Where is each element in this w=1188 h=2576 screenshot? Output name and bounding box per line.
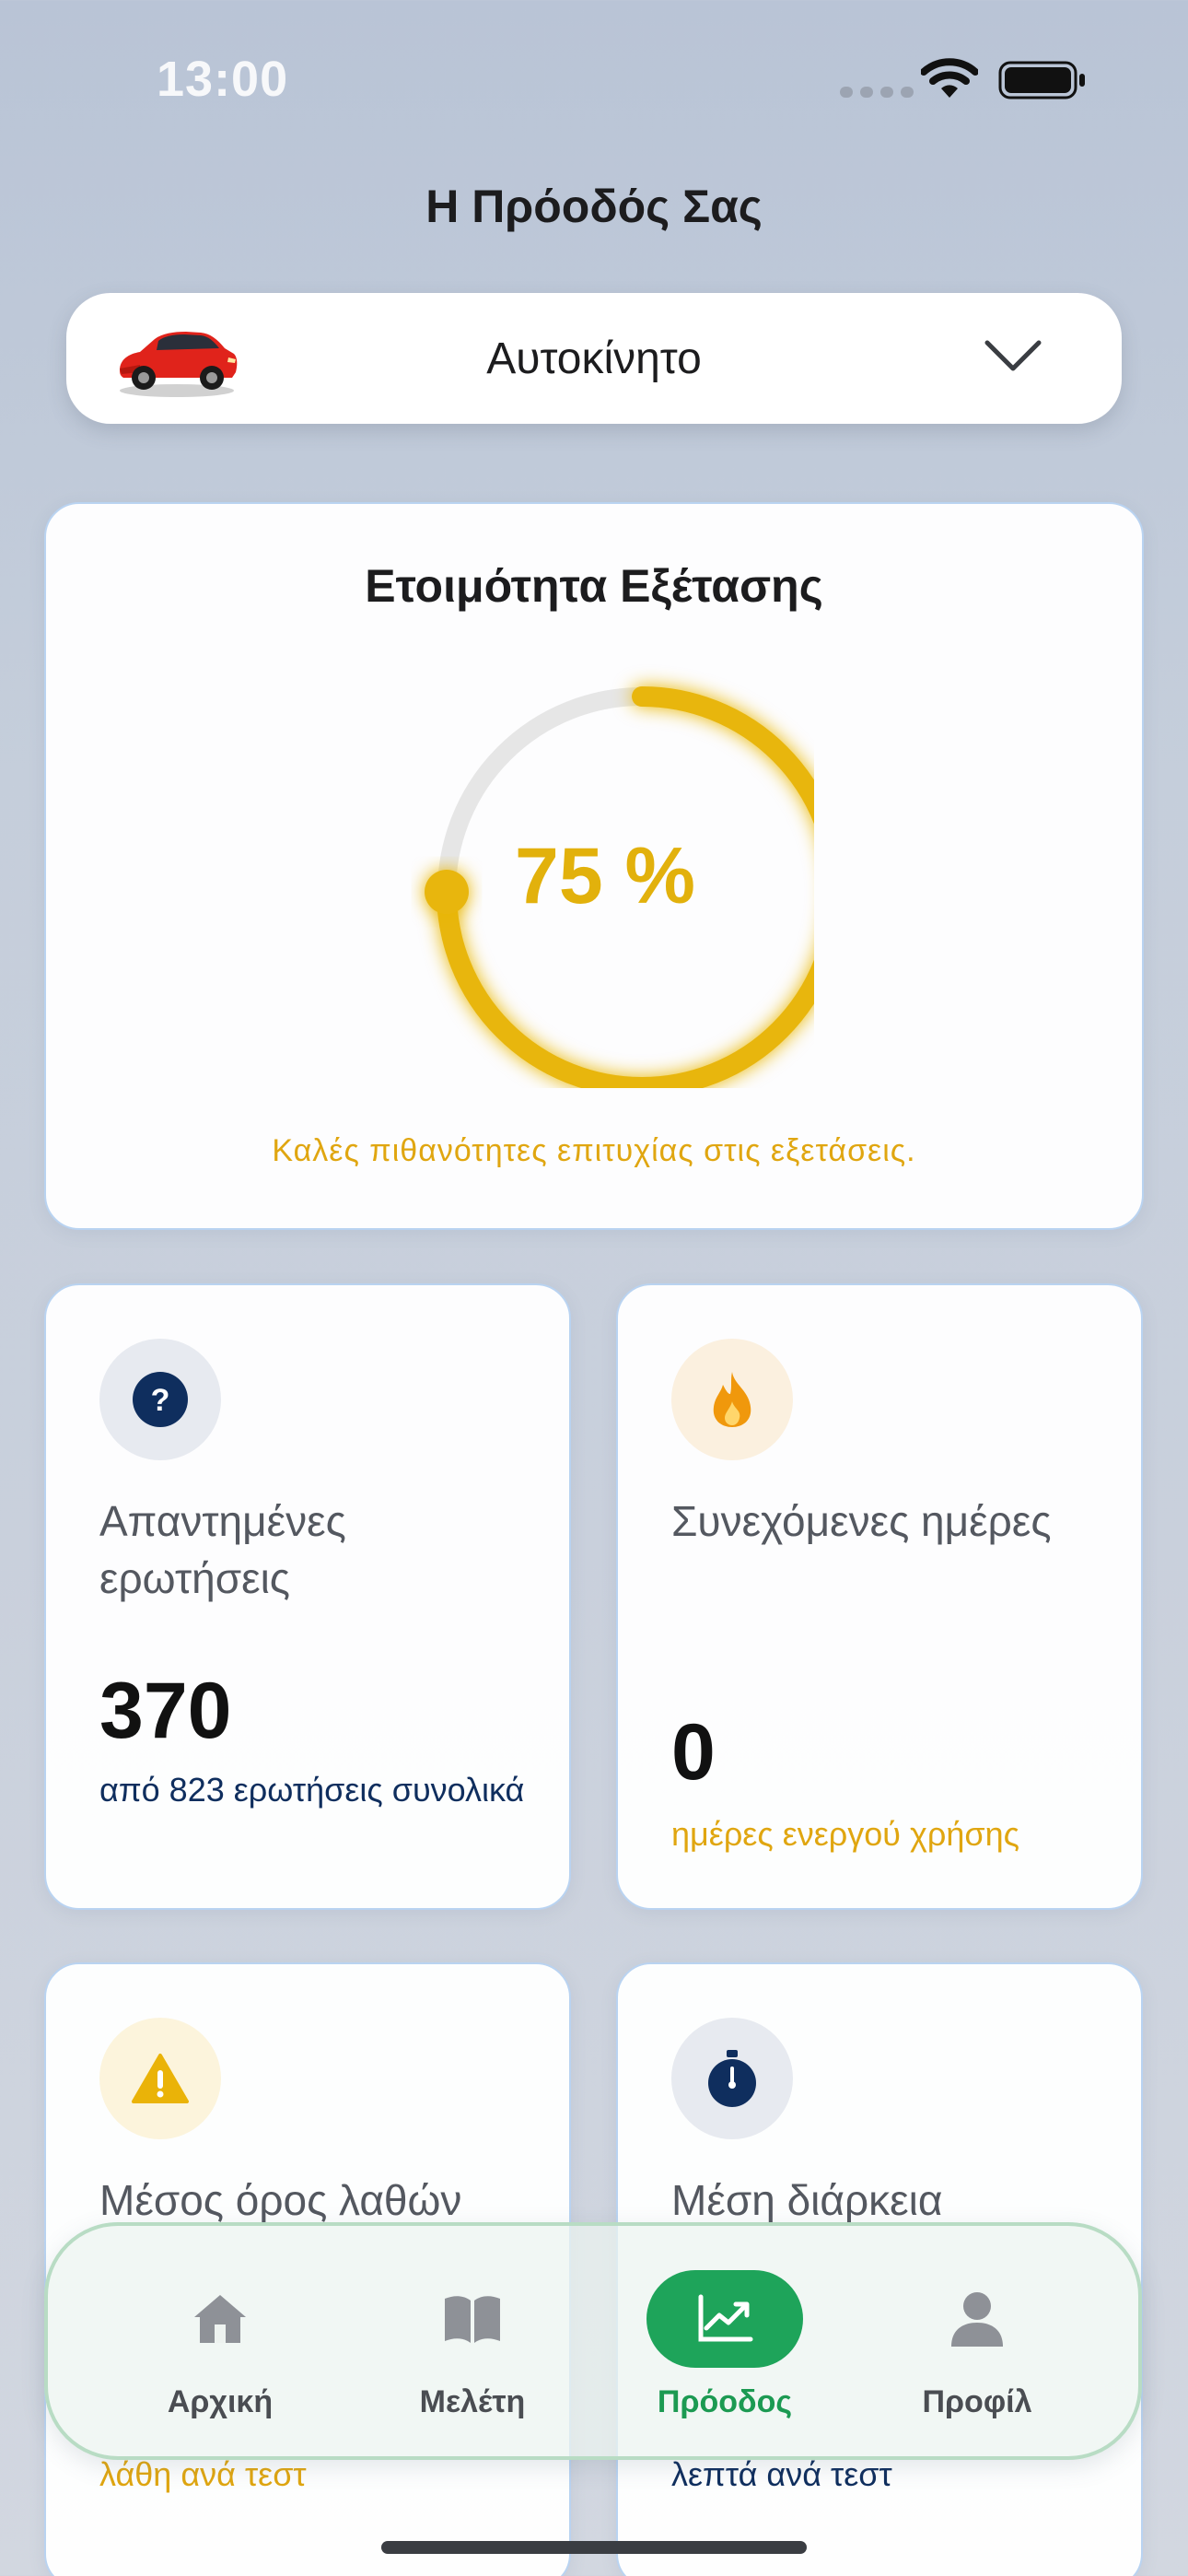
status-time: 13:00 xyxy=(157,52,289,107)
home-icon xyxy=(142,2270,298,2368)
streak-card: Συνεχόμενες ημέρες 0 ημέρες ενεργού χρήσ… xyxy=(616,1283,1143,1910)
tab-home[interactable]: Αρχική xyxy=(96,2226,344,2456)
chevron-down-icon xyxy=(984,337,1042,379)
streak-label: Συνεχόμενες ημέρες xyxy=(671,1497,1052,1545)
answered-sub: από 823 ερωτήσεις συνολικά xyxy=(99,1771,525,1809)
warning-icon xyxy=(99,2018,221,2139)
stopwatch-icon xyxy=(671,2018,793,2139)
tab-study[interactable]: Μελέτη xyxy=(348,2226,597,2456)
exam-readiness-card: Ετοιμότητα Εξέτασης 75 % Καλές πιθανότητ… xyxy=(44,502,1144,1230)
tab-study-label: Μελέτη xyxy=(419,2384,526,2419)
errors-label: Μέσος όρος λαθών xyxy=(99,2176,462,2224)
flame-icon xyxy=(671,1339,793,1460)
wifi-icon xyxy=(920,57,979,104)
cellular-signal-icon xyxy=(840,87,914,98)
answered-value: 370 xyxy=(99,1667,232,1755)
vehicle-select[interactable]: Αυτοκίνητο xyxy=(66,293,1122,424)
tab-bar: Αρχική Μελέτη Πρόοδος Προφίλ xyxy=(44,2222,1142,2460)
answered-label: Απαντημένες ερωτήσεις xyxy=(99,1497,346,1602)
page-title: Η Πρόοδός Σας xyxy=(425,181,763,232)
answered-questions-card: ? Απαντημένες ερωτήσεις 370 από 823 ερωτ… xyxy=(44,1283,571,1910)
svg-text:?: ? xyxy=(151,1383,170,1418)
book-icon xyxy=(394,2270,551,2368)
streak-value: 0 xyxy=(671,1708,716,1797)
duration-label: Μέση διάρκεια xyxy=(671,2176,943,2224)
readiness-percent: 75 % xyxy=(514,832,696,920)
tab-progress[interactable]: Πρόοδος xyxy=(600,2226,849,2456)
tab-home-label: Αρχική xyxy=(167,2384,274,2419)
readiness-message: Καλές πιθανότητες επιτυχίας στις εξετάσε… xyxy=(272,1133,916,1168)
chart-icon xyxy=(646,2270,803,2368)
tab-profile-label: Προφίλ xyxy=(922,2384,1032,2419)
readiness-title: Ετοιμότητα Εξέτασης xyxy=(365,560,823,612)
streak-sub: ημέρες ενεργού χρήσης xyxy=(671,1815,1019,1853)
tab-progress-label: Πρόοδος xyxy=(657,2384,793,2419)
tab-profile[interactable]: Προφίλ xyxy=(853,2226,1101,2456)
vehicle-select-value: Αυτοκίνητο xyxy=(486,334,702,383)
battery-icon xyxy=(998,61,1087,104)
home-indicator xyxy=(381,2541,807,2554)
question-icon: ? xyxy=(99,1339,221,1460)
person-icon xyxy=(899,2270,1055,2368)
